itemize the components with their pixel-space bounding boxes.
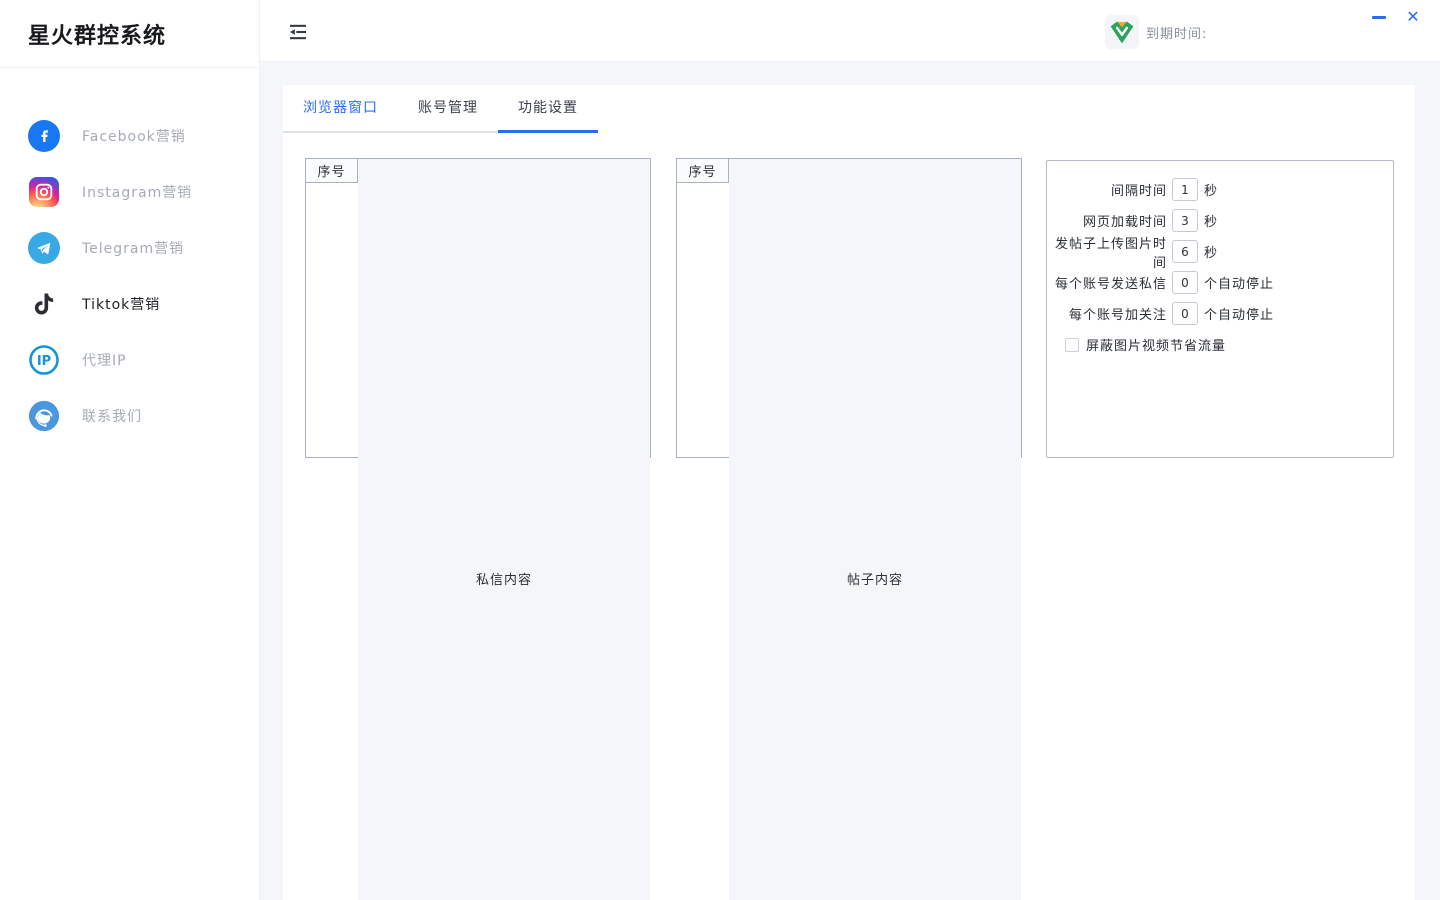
- sidebar-item-facebook[interactable]: Facebook营销: [0, 108, 259, 164]
- close-icon: ✕: [1406, 9, 1419, 25]
- topbar: 到期时间:: [260, 0, 1440, 62]
- expiry-info: 到期时间:: [1105, 15, 1207, 49]
- tab-browser-windows[interactable]: 浏览器窗口: [283, 85, 398, 131]
- tab-function-settings[interactable]: 功能设置: [498, 85, 598, 131]
- content-card: 浏览器窗口 账号管理 功能设置 序号 私信内容 序号 帖子内容: [283, 85, 1415, 900]
- customer-service-icon: [28, 400, 60, 432]
- setting-suffix: 秒: [1204, 211, 1218, 230]
- setting-row-interval: 间隔时间 秒: [1047, 174, 1393, 205]
- menu-fold-icon[interactable]: [288, 24, 308, 40]
- sidebar-item-label: Instagram营销: [82, 182, 192, 202]
- page-load-time-input[interactable]: [1172, 209, 1198, 232]
- dm-limit-input[interactable]: [1172, 271, 1198, 294]
- sidebar-item-contact[interactable]: 联系我们: [0, 388, 259, 444]
- telegram-icon: [28, 232, 60, 264]
- table-header: 序号 私信内容: [306, 159, 650, 183]
- column-header-private-message: 私信内容: [358, 159, 650, 900]
- sidebar: 星火群控系统 Facebook营销: [0, 0, 260, 900]
- block-media-checkbox[interactable]: [1065, 338, 1079, 352]
- setting-suffix: 秒: [1204, 242, 1218, 261]
- post-content-table: 序号 帖子内容: [676, 158, 1022, 458]
- main-area: 到期时间: ✕ 浏览器窗口 账号管理 功能设置 序号: [260, 0, 1440, 900]
- table-header: 序号 帖子内容: [677, 159, 1021, 183]
- setting-suffix: 个自动停止: [1204, 273, 1274, 292]
- interval-time-input[interactable]: [1172, 178, 1198, 201]
- app-window: 星火群控系统 Facebook营销: [0, 0, 1440, 900]
- facebook-icon: [28, 120, 60, 152]
- settings-panel: 间隔时间 秒 网页加载时间 秒 发帖子上传图片时间 秒: [1046, 160, 1394, 458]
- tiktok-icon: [28, 288, 60, 320]
- instagram-icon: [28, 176, 60, 208]
- sidebar-header: 星火群控系统: [0, 0, 259, 68]
- setting-label: 间隔时间: [1047, 180, 1167, 199]
- setting-label: 每个账号发送私信: [1047, 273, 1167, 292]
- column-header-seq: 序号: [306, 159, 358, 182]
- sidebar-item-proxy-ip[interactable]: IP 代理IP: [0, 332, 259, 388]
- sidebar-item-label: Telegram营销: [82, 238, 184, 258]
- setting-label: 每个账号加关注: [1047, 304, 1167, 323]
- content-area: 浏览器窗口 账号管理 功能设置 序号 私信内容 序号 帖子内容: [260, 62, 1440, 900]
- sidebar-item-label: 代理IP: [82, 350, 127, 370]
- setting-row-block-media: 屏蔽图片视频节省流量: [1047, 335, 1393, 354]
- column-header-post-content: 帖子内容: [729, 159, 1021, 900]
- sidebar-item-telegram[interactable]: Telegram营销: [0, 220, 259, 276]
- window-controls: ✕: [1362, 4, 1430, 30]
- sidebar-item-instagram[interactable]: Instagram营销: [0, 164, 259, 220]
- minimize-button[interactable]: [1362, 4, 1396, 30]
- close-button[interactable]: ✕: [1396, 4, 1430, 30]
- sidebar-item-tiktok[interactable]: Tiktok营销: [0, 276, 259, 332]
- expiry-label: 到期时间:: [1146, 23, 1207, 42]
- tab-account-management[interactable]: 账号管理: [398, 85, 498, 131]
- minimize-icon: [1372, 16, 1386, 19]
- follow-limit-input[interactable]: [1172, 302, 1198, 325]
- sidebar-item-label: Facebook营销: [82, 126, 186, 146]
- svg-text:IP: IP: [37, 354, 51, 369]
- sidebar-item-label: 联系我们: [82, 406, 142, 426]
- setting-row-follow-limit: 每个账号加关注 个自动停止: [1047, 298, 1393, 329]
- setting-suffix: 个自动停止: [1204, 304, 1274, 323]
- checkbox-label: 屏蔽图片视频节省流量: [1086, 335, 1226, 354]
- tabs-bar: 浏览器窗口 账号管理 功能设置: [283, 85, 598, 133]
- sidebar-item-label: Tiktok营销: [82, 294, 160, 314]
- app-title: 星火群控系统: [28, 18, 166, 50]
- setting-suffix: 秒: [1204, 180, 1218, 199]
- upload-image-time-input[interactable]: [1172, 240, 1198, 263]
- setting-row-upload-image: 发帖子上传图片时间 秒: [1047, 236, 1393, 267]
- setting-row-dm-limit: 每个账号发送私信 个自动停止: [1047, 267, 1393, 298]
- setting-label: 发帖子上传图片时间: [1047, 233, 1167, 271]
- setting-label: 网页加载时间: [1047, 211, 1167, 230]
- sidebar-menu: Facebook营销 Instagram营销: [0, 108, 259, 444]
- setting-row-page-load: 网页加载时间 秒: [1047, 205, 1393, 236]
- private-message-table: 序号 私信内容: [305, 158, 651, 458]
- proxy-ip-icon: IP: [28, 344, 60, 376]
- column-header-seq: 序号: [677, 159, 729, 182]
- vip-gem-icon: [1105, 15, 1139, 49]
